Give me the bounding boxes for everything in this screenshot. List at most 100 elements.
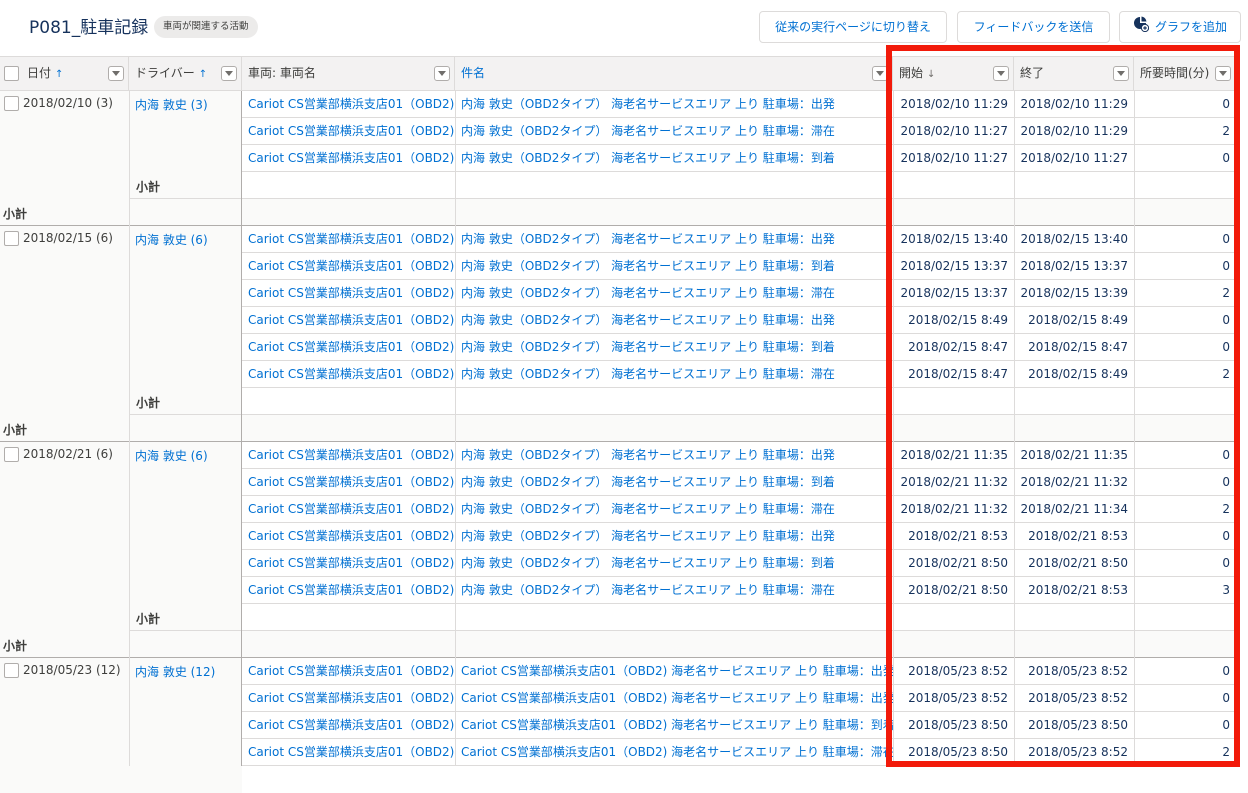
vehicle-link[interactable]: Cariot CS営業部横浜支店01（OBD2) — [242, 712, 455, 739]
vehicle-link[interactable]: Cariot CS営業部横浜支店01（OBD2) — [242, 442, 455, 469]
add-chart-button[interactable]: グラフを追加 — [1119, 11, 1241, 43]
select-all-checkbox[interactable] — [4, 66, 19, 81]
subject-link[interactable]: 内海 敦史（OBD2タイプ） 海老名サービスエリア 上り 駐車場：滞在 — [455, 496, 893, 523]
sort-ascending-icon: ↑ — [198, 69, 208, 80]
duration-minutes: 0 — [1222, 448, 1230, 462]
vehicle-link[interactable]: Cariot CS営業部横浜支店01（OBD2) — [242, 118, 455, 145]
subject-link[interactable]: 内海 敦史（OBD2タイプ） 海老名サービスエリア 上り 駐車場：到着 — [455, 253, 893, 280]
start-time: 2018/02/21 11:35 — [900, 448, 1008, 462]
vehicle-link[interactable]: Cariot CS営業部横浜支店01（OBD2) — [242, 361, 455, 388]
row-divider — [242, 171, 1236, 172]
duration-minutes: 0 — [1222, 691, 1230, 705]
vehicle-link[interactable]: Cariot CS営業部横浜支店01（OBD2) — [242, 496, 455, 523]
column-menu-duration-icon[interactable] — [1215, 66, 1231, 81]
subject-link[interactable]: 内海 敦史（OBD2タイプ） 海老名サービスエリア 上り 駐車場：滞在 — [455, 118, 893, 145]
column-header-duration[interactable]: 所要時間(分) — [1134, 56, 1236, 91]
column-menu-end-icon[interactable] — [1113, 66, 1129, 81]
switch-classic-label: 従来の実行ページに切り替え — [775, 20, 931, 34]
group-select-checkbox[interactable] — [4, 231, 19, 246]
date-subtotal-label: 小計 — [3, 423, 28, 437]
subject-link[interactable]: 内海 敦史（OBD2タイプ） 海老名サービスエリア 上り 駐車場：出発 — [455, 91, 893, 118]
group-driver-link[interactable]: 内海 敦史 (6) — [135, 447, 208, 464]
report-table: 日付 ↑ ドライバー ↑ 車両: 車両名 件名 開始 ↓ 終了 所要時間(分) 201… — [0, 56, 1237, 793]
start-time: 2018/02/15 8:49 — [908, 313, 1008, 327]
duration-minutes: 0 — [1222, 556, 1230, 570]
send-feedback-button[interactable]: フィードバックを送信 — [957, 11, 1110, 43]
duration-minutes: 2 — [1222, 502, 1230, 516]
group-driver-link[interactable]: 内海 敦史 (6) — [135, 231, 208, 248]
group-select-checkbox[interactable] — [4, 447, 19, 462]
duration-minutes: 0 — [1222, 259, 1230, 273]
vehicle-link[interactable]: Cariot CS営業部横浜支店01（OBD2) — [242, 523, 455, 550]
subject-link[interactable]: 内海 敦史（OBD2タイプ） 海老名サービスエリア 上り 駐車場：滞在 — [455, 577, 893, 604]
report-type-badge: 車両が関連する活動 — [154, 16, 258, 38]
duration-minutes: 0 — [1222, 718, 1230, 732]
group-background — [0, 442, 242, 631]
column-start-label: 開始 — [899, 66, 924, 80]
vehicle-link[interactable]: Cariot CS営業部横浜支店01（OBD2) — [242, 253, 455, 280]
start-time: 2018/02/10 11:27 — [900, 124, 1008, 138]
subject-link[interactable]: Cariot CS営業部横浜支店01（OBD2) 海老名サービスエリア 上り 駐… — [455, 658, 893, 685]
column-header-end[interactable]: 終了 — [1014, 56, 1134, 91]
subject-link[interactable]: 内海 敦史（OBD2タイプ） 海老名サービスエリア 上り 駐車場：出発 — [455, 307, 893, 334]
vehicle-link[interactable]: Cariot CS営業部横浜支店01（OBD2) — [242, 577, 455, 604]
group-driver-link[interactable]: 内海 敦史 (3) — [135, 96, 208, 113]
subject-link[interactable]: 内海 敦史（OBD2タイプ） 海老名サービスエリア 上り 駐車場：滞在 — [455, 361, 893, 388]
end-time: 2018/02/21 11:35 — [1020, 448, 1128, 462]
column-divider — [455, 91, 456, 766]
vehicle-link[interactable]: Cariot CS営業部横浜支店01（OBD2) — [242, 226, 455, 253]
column-end-label: 終了 — [1020, 66, 1045, 80]
column-menu-start-icon[interactable] — [993, 66, 1009, 81]
start-time: 2018/02/21 11:32 — [900, 502, 1008, 516]
group-date: 2018/02/15 (6) — [4, 231, 113, 246]
vehicle-link[interactable]: Cariot CS営業部横浜支店01（OBD2) — [242, 550, 455, 577]
group-select-checkbox[interactable] — [4, 663, 19, 678]
column-menu-driver-icon[interactable] — [221, 66, 237, 81]
vehicle-link[interactable]: Cariot CS営業部横浜支店01（OBD2) — [242, 658, 455, 685]
column-menu-vehicle-icon[interactable] — [434, 66, 450, 81]
subject-link[interactable]: 内海 敦史（OBD2タイプ） 海老名サービスエリア 上り 駐車場：出発 — [455, 226, 893, 253]
vehicle-link[interactable]: Cariot CS営業部横浜支店01（OBD2) — [242, 280, 455, 307]
group-date-label: 2018/05/23 (12) — [23, 663, 121, 677]
vehicle-link[interactable]: Cariot CS営業部横浜支店01（OBD2) — [242, 91, 455, 118]
vehicle-link[interactable]: Cariot CS営業部横浜支店01（OBD2) — [242, 334, 455, 361]
subject-link[interactable]: 内海 敦史（OBD2タイプ） 海老名サービスエリア 上り 駐車場：出発 — [455, 523, 893, 550]
group-select-checkbox[interactable] — [4, 96, 19, 111]
column-header-driver[interactable]: ドライバー ↑ — [129, 56, 242, 91]
row-divider — [242, 387, 1236, 388]
subject-link[interactable]: Cariot CS営業部横浜支店01（OBD2) 海老名サービスエリア 上り 駐… — [455, 712, 893, 739]
start-time: 2018/02/21 11:32 — [900, 475, 1008, 489]
start-time: 2018/02/15 13:37 — [900, 259, 1008, 273]
column-menu-subject-icon[interactable] — [872, 66, 888, 81]
subject-link[interactable]: 内海 敦史（OBD2タイプ） 海老名サービスエリア 上り 駐車場：出発 — [455, 442, 893, 469]
subject-link[interactable]: 内海 敦史（OBD2タイプ） 海老名サービスエリア 上り 駐車場：到着 — [455, 469, 893, 496]
vehicle-link[interactable]: Cariot CS営業部横浜支店01（OBD2) — [242, 307, 455, 334]
column-header-vehicle[interactable]: 車両: 車両名 — [242, 56, 455, 91]
subject-link[interactable]: Cariot CS営業部横浜支店01（OBD2) 海老名サービスエリア 上り 駐… — [455, 739, 893, 766]
column-header-date[interactable]: 日付 ↑ — [0, 56, 129, 91]
subject-link[interactable]: 内海 敦史（OBD2タイプ） 海老名サービスエリア 上り 駐車場：到着 — [455, 334, 893, 361]
subject-link[interactable]: 内海 敦史（OBD2タイプ） 海老名サービスエリア 上り 駐車場：到着 — [455, 145, 893, 172]
group-driver-link[interactable]: 内海 敦史 (12) — [135, 663, 215, 680]
column-header-start[interactable]: 開始 ↓ — [893, 56, 1014, 91]
switch-classic-button[interactable]: 従来の実行ページに切り替え — [759, 11, 947, 43]
start-time: 2018/02/15 13:40 — [900, 232, 1008, 246]
duration-minutes: 0 — [1222, 475, 1230, 489]
end-time: 2018/02/15 8:47 — [1028, 340, 1128, 354]
subject-link[interactable]: Cariot CS営業部横浜支店01（OBD2) 海老名サービスエリア 上り 駐… — [455, 685, 893, 712]
driver-subtotal-label: 小計 — [136, 612, 161, 626]
column-header-subject[interactable]: 件名 — [455, 56, 893, 91]
subject-link[interactable]: 内海 敦史（OBD2タイプ） 海老名サービスエリア 上り 駐車場：滞在 — [455, 280, 893, 307]
group-date: 2018/02/10 (3) — [4, 96, 113, 111]
end-time: 2018/02/21 8:50 — [1028, 556, 1128, 570]
vehicle-link[interactable]: Cariot CS営業部横浜支店01（OBD2) — [242, 145, 455, 172]
group-column-divider — [241, 91, 242, 766]
subject-link[interactable]: 内海 敦史（OBD2タイプ） 海老名サービスエリア 上り 駐車場：到着 — [455, 550, 893, 577]
add-chart-label: グラフを追加 — [1154, 20, 1227, 34]
vehicle-link[interactable]: Cariot CS営業部横浜支店01（OBD2) — [242, 685, 455, 712]
duration-minutes: 0 — [1222, 529, 1230, 543]
column-menu-date-icon[interactable] — [108, 66, 124, 81]
vehicle-link[interactable]: Cariot CS営業部横浜支店01（OBD2) — [242, 469, 455, 496]
end-time: 2018/02/21 8:53 — [1028, 583, 1128, 597]
vehicle-link[interactable]: Cariot CS営業部横浜支店01（OBD2) — [242, 739, 455, 766]
